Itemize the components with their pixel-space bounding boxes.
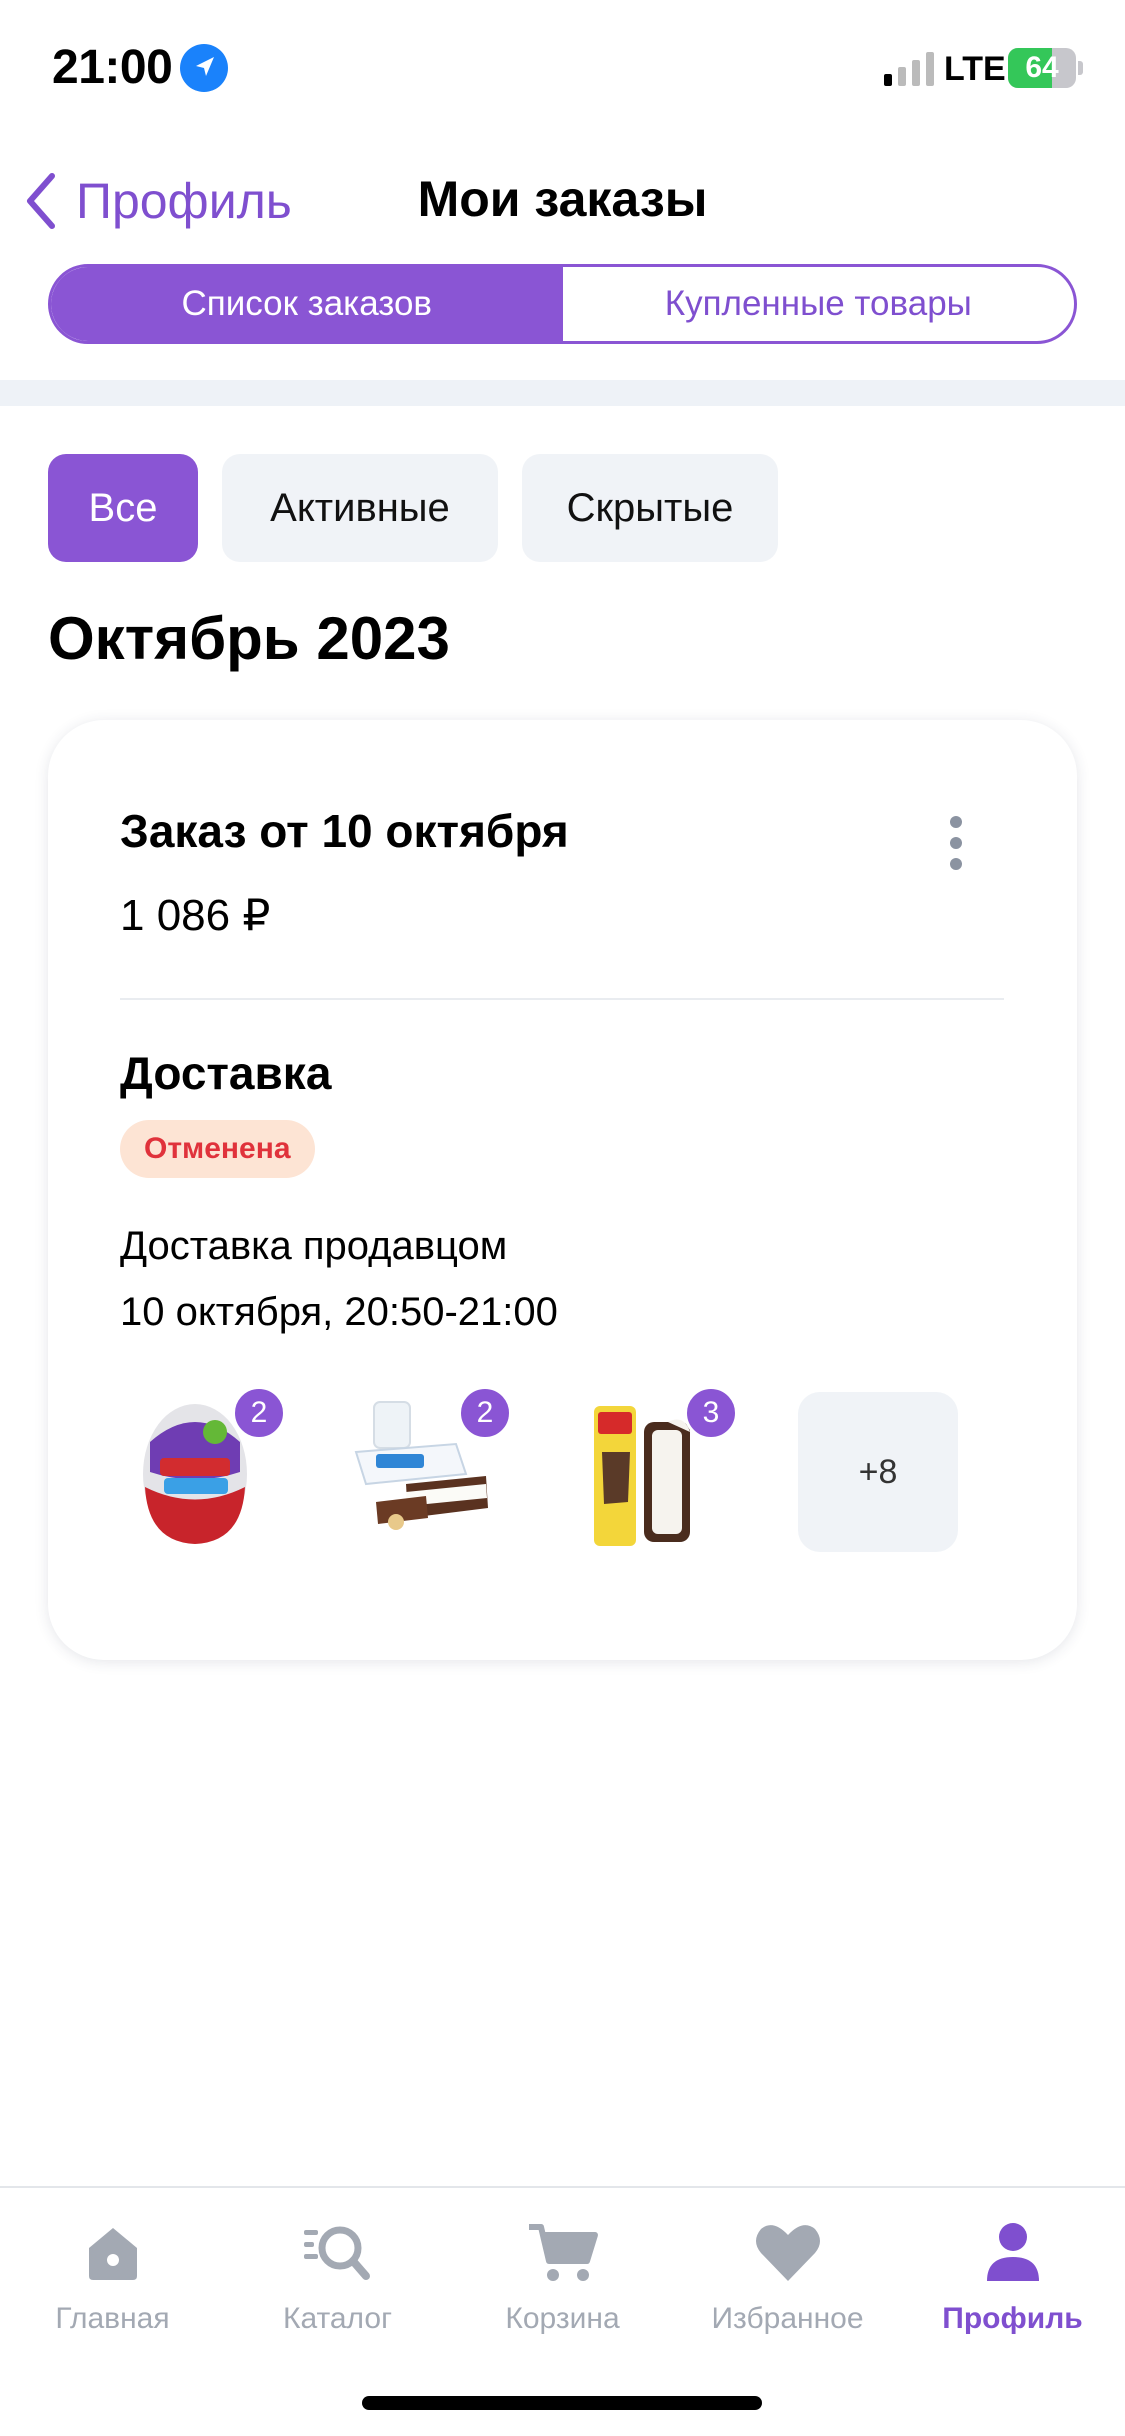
filter-all[interactable]: Все	[48, 454, 198, 562]
catalog-search-icon	[225, 2214, 450, 2290]
tab-catalog[interactable]: Каталог	[225, 2214, 450, 2336]
battery-percent: 64	[1025, 51, 1059, 84]
location-arrow-icon	[180, 44, 228, 92]
segment-purchased-items[interactable]: Купленные товары	[563, 267, 1075, 341]
order-item-thumb[interactable]: 3	[572, 1386, 738, 1552]
back-button[interactable]: Профиль	[24, 166, 292, 236]
navigation-bar: Мои заказы Профиль	[0, 150, 1125, 250]
order-title: Заказ от 10 октября	[120, 805, 569, 857]
tab-cart[interactable]: Корзина	[450, 2214, 675, 2336]
tab-profile[interactable]: Профиль	[900, 2214, 1125, 2336]
filter-active[interactable]: Активные	[222, 454, 498, 562]
cart-icon	[450, 2214, 675, 2290]
filter-hidden[interactable]: Скрытые	[522, 454, 778, 562]
tab-label: Профиль	[942, 2302, 1083, 2335]
profile-icon	[900, 2214, 1125, 2290]
filter-chips: Все Активные Скрытые	[48, 454, 778, 562]
order-price: 1 086 ₽	[120, 891, 271, 940]
home-indicator	[362, 2396, 762, 2410]
tab-label: Избранное	[711, 2302, 864, 2335]
tab-label: Каталог	[282, 2302, 393, 2335]
status-badge: Отменена	[120, 1120, 315, 1178]
order-item-thumb[interactable]: 2	[346, 1386, 512, 1552]
more-items-tile[interactable]: +8	[798, 1392, 958, 1552]
section-divider	[0, 380, 1125, 406]
network-type: LTE	[944, 50, 1006, 88]
cellular-signal-icon	[884, 52, 936, 91]
chevron-left-icon	[27, 173, 55, 229]
orders-segmented-control: Список заказов Купленные товары	[48, 264, 1077, 344]
delivery-time: 10 октября, 20:50-21:00	[120, 1290, 558, 1334]
item-quantity-badge: 3	[684, 1386, 738, 1440]
delivery-method: Доставка продавцом	[120, 1224, 508, 1268]
tab-label: Главная	[55, 2302, 170, 2335]
tab-favorites[interactable]: Избранное	[675, 2214, 900, 2336]
more-vertical-icon[interactable]	[944, 816, 968, 870]
order-card[interactable]: Заказ от 10 октября 1 086 ₽ Доставка Отм…	[48, 720, 1077, 1660]
item-quantity-badge: 2	[458, 1386, 512, 1440]
status-bar: 21:00 LTE 64	[0, 0, 1125, 140]
delivery-title: Доставка	[120, 1047, 332, 1099]
battery-icon: 64	[1008, 48, 1083, 88]
home-icon	[0, 2214, 225, 2290]
tab-home[interactable]: Главная	[0, 2214, 225, 2336]
month-heading: Октябрь 2023	[48, 605, 450, 672]
tab-label: Корзина	[505, 2302, 620, 2335]
order-item-thumb[interactable]: 2	[120, 1386, 286, 1552]
status-time: 21:00	[52, 41, 173, 94]
heart-icon	[675, 2214, 900, 2290]
segment-order-list[interactable]: Список заказов	[51, 267, 563, 341]
back-label: Профиль	[76, 173, 292, 229]
card-divider	[120, 998, 1004, 1000]
order-items: 2 2 3 +8	[120, 1386, 958, 1552]
item-quantity-badge: 2	[232, 1386, 286, 1440]
